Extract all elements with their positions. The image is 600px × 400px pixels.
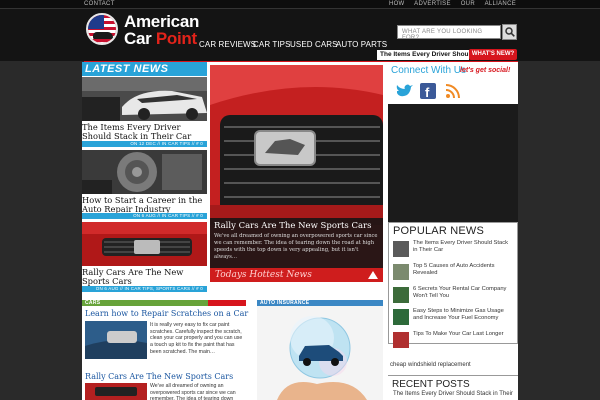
rss-icon[interactable] [445,83,461,99]
article-title[interactable]: Learn how to Repair Scratches on a Car [85,309,248,318]
todays-hottest-news-label: Todays Hottest News [210,268,383,282]
article-thumbnail[interactable] [82,150,207,194]
popular-thumbnail[interactable] [393,332,409,348]
facebook-icon[interactable]: f [420,83,436,100]
popular-news-item[interactable]: Top 5 Causes of Auto Accidents Revealed [393,263,515,281]
popular-news-widget: POPULAR NEWS The Items Every Driver Shou… [388,222,518,348]
recent-post-link[interactable]: The Items Every Driver Should Stack in T… [393,391,513,397]
latest-news-item[interactable]: How to Start a Career in the Auto Repair… [82,150,207,220]
article-title[interactable]: Rally Cars Are The New Sports Cars [85,372,233,381]
search-input[interactable]: WHAT ARE YOU LOOKING FOR? [397,25,501,41]
connect-title: Connect With Us [391,65,467,76]
latest-news-item[interactable]: The Items Every Driver Should Stack in T… [82,77,207,147]
popular-news-title[interactable]: Easy Steps to Minimize Gas Usage and Inc… [413,308,513,322]
connect-tagline: let's get social! [460,67,511,74]
popular-news-title[interactable]: Tips To Make Your Car Last Longer [413,331,513,338]
featured-slider[interactable]: Rally Cars Are The New Sports Cars We've… [210,65,383,282]
search-button[interactable] [502,24,517,40]
featured-caption[interactable]: Rally Cars Are The New Sports Cars We've… [210,218,383,268]
popular-news-header: POPULAR NEWS [393,225,485,237]
popular-thumbnail[interactable] [393,264,409,280]
latest-news-header: LATEST NEWS [82,62,207,76]
article-excerpt: We've all dreamed of owning an overpower… [150,383,236,400]
popular-news-title[interactable]: 6 Secrets Your Rental Car Company Won't … [413,286,513,300]
svg-text:f: f [425,85,430,99]
logo-text-line2[interactable]: Car Point [124,29,197,49]
featured-excerpt: We've all dreamed of owning an overpower… [214,233,378,260]
popular-thumbnail[interactable] [393,287,409,303]
contact-link[interactable]: CONTACT [84,1,115,7]
article-title[interactable]: How to Start a Career in the Auto Repair… [82,196,207,214]
popular-thumbnail[interactable] [393,309,409,325]
latest-news-item[interactable]: Rally Cars Are The New Sports Cars ON 6 … [82,222,207,294]
windshield-link[interactable]: cheap windshield replacement [390,362,471,368]
article-meta: ON 12 DEC // IN CAR TIPS // # 0 [82,141,207,147]
article-thumbnail[interactable] [82,222,207,266]
whats-new-badge[interactable]: WHAT'S NEW? [469,49,517,60]
article-title[interactable]: Rally Cars Are The New Sports Cars [82,268,207,286]
popular-news-item[interactable]: 6 Secrets Your Rental Car Company Won't … [393,286,515,304]
popular-thumbnail[interactable] [393,241,409,257]
main-content: LATEST NEWS The Items Every Driver Shoul… [82,62,518,400]
article-thumbnail[interactable] [85,321,147,359]
cars-section-title: CARS [85,300,101,306]
popular-news-title[interactable]: The Items Every Driver Should Stack in T… [413,240,513,254]
article-title[interactable]: The Items Every Driver Should Stack in T… [82,123,207,141]
slider-arrow-icon[interactable] [368,271,378,279]
twitter-icon[interactable] [395,83,413,99]
article-thumbnail[interactable] [82,77,207,121]
top-strip: CONTACT HOW ADVERTISE OUR ALLIANCE [0,0,600,9]
auto-insurance-image[interactable] [257,306,383,400]
sidebar-ad-area [388,104,518,222]
popular-news-item[interactable]: Tips To Make Your Car Last Longer [393,331,515,349]
article-thumbnail[interactable] [85,383,147,400]
article-meta: ON 6 AUG // IN CAR TIPS // # 0 [82,213,207,219]
popular-news-item[interactable]: The Items Every Driver Should Stack in T… [393,240,515,258]
connect-widget: Connect With Us let's get social! f [388,64,518,104]
popular-news-item[interactable]: Easy Steps to Minimize Gas Usage and Inc… [393,308,515,326]
article-excerpt: It is really very easy to fix car paint … [150,322,243,355]
article-meta: ON 6 AUG // IN CAR TIPS, SPORTS CARS // … [82,286,207,292]
popular-news-title[interactable]: Top 5 Causes of Auto Accidents Revealed [413,263,513,277]
ticker-headline[interactable]: The Items Every Driver Should Stack in T… [377,50,469,60]
cars-header-accent [208,300,246,306]
logo-flag-icon[interactable] [86,13,118,45]
top-links[interactable]: HOW ADVERTISE OUR ALLIANCE [389,1,516,7]
news-ticker: The Items Every Driver Should Stack in T… [0,48,600,63]
featured-title[interactable]: Rally Cars Are The New Sports Cars [214,221,379,231]
search-icon [504,27,515,37]
